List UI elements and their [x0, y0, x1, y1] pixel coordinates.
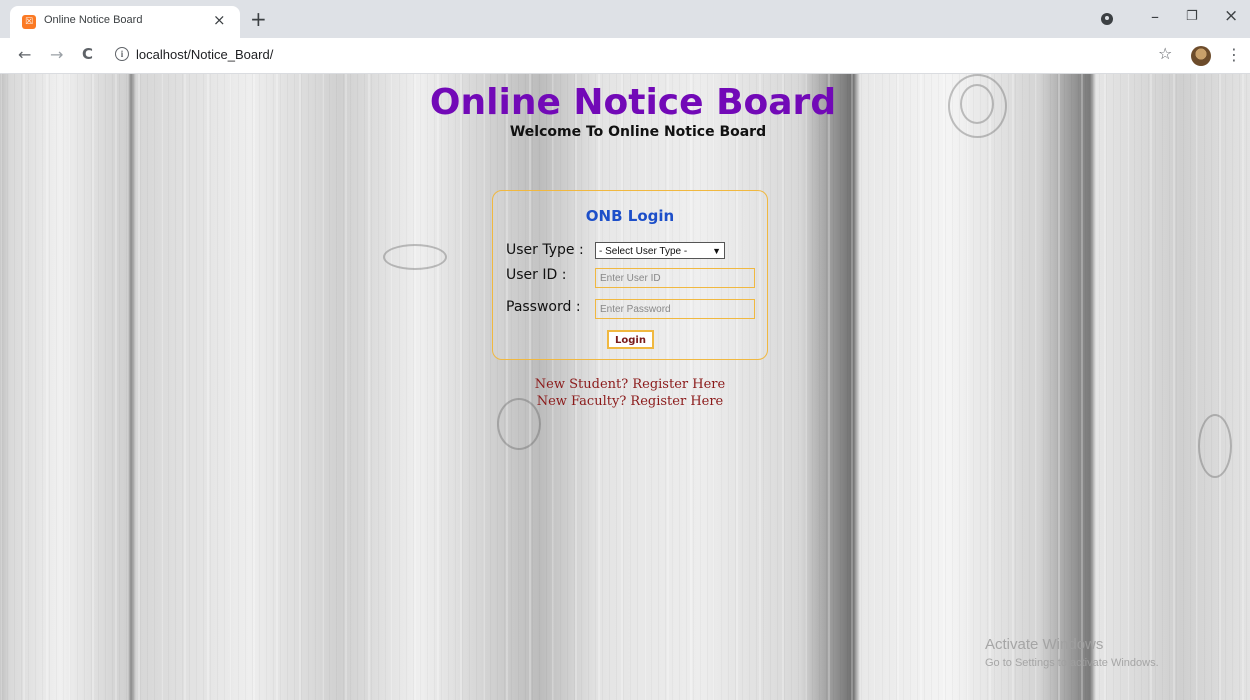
new-tab-button[interactable]: + [250, 7, 267, 31]
page-subtitle: Welcome To Online Notice Board [509, 124, 767, 140]
browser-tab[interactable]: ☒ Online Notice Board × [10, 6, 240, 38]
reload-button[interactable]: C [82, 45, 93, 63]
activate-windows-subtitle: Go to Settings to activate Windows. [985, 657, 1159, 669]
browser-tabstrip: ☒ Online Notice Board × + – ❐ × [0, 0, 1250, 38]
page-title: Online Notice Board [429, 82, 837, 123]
browser-toolbar: ← → C i localhost/Notice_Board/ ☆ ⋮ [0, 38, 1250, 74]
password-input[interactable]: Enter Password [595, 299, 755, 319]
close-window-button[interactable]: × [1224, 6, 1238, 26]
account-icon[interactable] [1101, 13, 1113, 25]
restore-button[interactable]: ❐ [1186, 9, 1198, 24]
menu-icon[interactable]: ⋮ [1226, 45, 1242, 64]
chevron-down-icon: ▼ [712, 246, 721, 256]
login-button[interactable]: Login [607, 330, 654, 349]
tab-close-icon[interactable]: × [213, 11, 226, 29]
star-icon[interactable]: ☆ [1158, 44, 1172, 63]
wood-knot [1198, 414, 1232, 478]
login-form: ONB Login User Type : - Select User Type… [492, 190, 768, 360]
student-register-link[interactable]: New Student? Register Here [0, 377, 1250, 392]
back-button[interactable]: ← [18, 45, 31, 64]
activate-windows-title: Activate Windows [985, 636, 1104, 653]
xampp-favicon-icon: ☒ [22, 15, 36, 29]
user-type-selected: - Select User Type - [599, 246, 688, 257]
avatar-icon[interactable] [1191, 46, 1211, 66]
user-id-label: User ID : [506, 267, 567, 283]
user-id-input[interactable]: Enter User ID [595, 268, 755, 288]
minimize-button[interactable]: – [1151, 7, 1159, 26]
info-icon[interactable]: i [115, 47, 129, 61]
tab-title: Online Notice Board [44, 14, 143, 26]
forward-button[interactable]: → [50, 45, 63, 64]
page-background: Online Notice Board Welcome To Online No… [0, 74, 1250, 700]
user-type-label: User Type : [506, 242, 584, 258]
wood-knot [383, 244, 447, 270]
login-heading: ONB Login [585, 207, 675, 225]
password-label: Password : [506, 299, 581, 315]
address-bar[interactable]: localhost/Notice_Board/ [136, 47, 273, 62]
user-type-select[interactable]: - Select User Type - ▼ [595, 242, 725, 259]
faculty-register-link[interactable]: New Faculty? Register Here [0, 394, 1250, 409]
